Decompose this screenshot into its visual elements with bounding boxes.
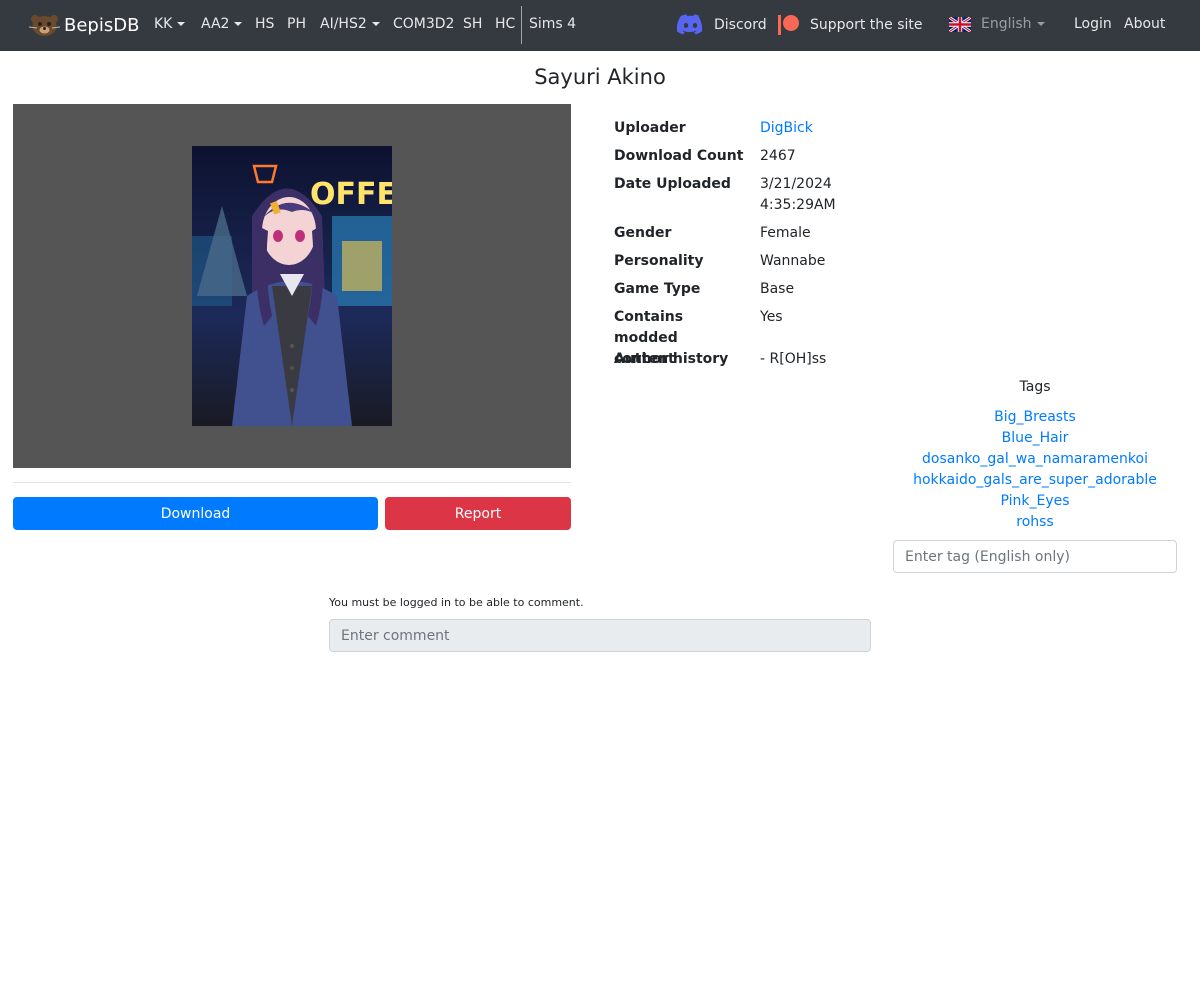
neon-sign-text: OFFEE [310, 177, 392, 212]
tags-heading: Tags [1019, 379, 1051, 395]
nav-com3d2-link[interactable]: COM3D2 [393, 16, 454, 32]
nav-kk-label: KK [154, 16, 173, 32]
tag-link[interactable]: Pink_Eyes [893, 491, 1177, 512]
patreon-icon [778, 15, 799, 35]
info-label: Author history [614, 351, 729, 367]
nav-kk-dropdown[interactable]: KK [154, 16, 186, 32]
caret-down-icon [234, 22, 243, 26]
nav-hc-label: HC [495, 16, 516, 32]
card-preview-panel: OFFEE [13, 104, 571, 468]
tag-link[interactable]: dosanko_gal_wa_namaramenkoi [893, 449, 1177, 470]
download-button[interactable]: Download [13, 497, 378, 530]
page-title: Sayuri Akino [534, 65, 666, 89]
bepis-logo-icon [29, 15, 60, 36]
info-value: 2467 [760, 148, 796, 164]
preview-divider [13, 482, 571, 483]
tag-link[interactable]: hokkaido_gals_are_super_adorable [893, 470, 1177, 491]
nav-hs-link[interactable]: HS [255, 16, 274, 32]
nav-sh-link[interactable]: SH [463, 16, 482, 32]
nav-ph-link[interactable]: PH [287, 16, 306, 32]
language-label: English [981, 16, 1032, 32]
info-label: Uploader [614, 120, 686, 136]
tag-input[interactable] [893, 540, 1177, 573]
info-label: Date Uploaded [614, 176, 731, 192]
language-dropdown[interactable]: English [949, 16, 1045, 32]
tag-link[interactable]: Blue_Hair [893, 428, 1177, 449]
comment-login-notice: You must be logged in to be able to comm… [329, 596, 584, 609]
character-card-image[interactable]: OFFEE [192, 146, 392, 426]
report-button[interactable]: Report [385, 497, 571, 530]
nav-divider [521, 6, 522, 44]
info-label: Gender [614, 225, 672, 241]
support-label: Support the site [810, 16, 923, 33]
brand-name: BepisDB [64, 14, 140, 36]
nav-hs-label: HS [255, 16, 275, 32]
info-value: Yes [760, 309, 783, 325]
brand-link[interactable]: BepisDB [29, 13, 139, 37]
nav-aihs2-label: AI/HS2 [320, 16, 367, 32]
about-link[interactable]: About [1124, 16, 1165, 32]
info-value: 3/21/2024 4:35:29AM [760, 176, 836, 213]
login-link[interactable]: Login [1074, 16, 1112, 32]
about-label: About [1124, 16, 1166, 32]
character-illustration: OFFEE [192, 146, 392, 426]
info-label: Game Type [614, 281, 701, 297]
nav-sims4-link[interactable]: Sims 4 [529, 16, 576, 32]
info-value: Female [760, 225, 811, 241]
uk-flag-icon [949, 16, 971, 32]
nav-sh-label: SH [463, 16, 483, 32]
info-value: Wannabe [760, 253, 826, 269]
tag-link[interactable]: Big_Breasts [893, 407, 1177, 428]
top-navbar: BepisDB KK AA2 HS PH AI/HS2 COM3D2 SH HC… [0, 0, 1200, 51]
info-label: Personality [614, 253, 704, 269]
nav-sims4-label: Sims 4 [529, 16, 577, 32]
nav-com3d2-label: COM3D2 [393, 16, 455, 32]
discord-icon [677, 14, 703, 35]
tag-list: Big_Breasts Blue_Hair dosanko_gal_wa_nam… [893, 407, 1177, 533]
nav-hc-link[interactable]: HC [495, 16, 515, 32]
caret-down-icon [371, 22, 380, 26]
support-link[interactable]: Support the site [778, 14, 923, 35]
nav-aa2-label: AA2 [201, 16, 230, 32]
info-value: Base [760, 281, 795, 297]
login-label: Login [1074, 16, 1112, 32]
info-value: - R[OH]ss [760, 351, 827, 367]
discord-link[interactable]: Discord [677, 14, 767, 35]
caret-down-icon [177, 22, 186, 26]
nav-aa2-dropdown[interactable]: AA2 [201, 16, 243, 32]
caret-down-icon [1036, 22, 1045, 26]
info-label: Download Count [614, 148, 744, 164]
discord-label: Discord [714, 16, 767, 33]
comment-input[interactable] [329, 619, 871, 652]
tag-link[interactable]: rohss [893, 512, 1177, 533]
nav-aihs2-dropdown[interactable]: AI/HS2 [320, 16, 380, 32]
nav-ph-label: PH [287, 16, 306, 32]
uploader-link[interactable]: DigBick [760, 118, 890, 139]
